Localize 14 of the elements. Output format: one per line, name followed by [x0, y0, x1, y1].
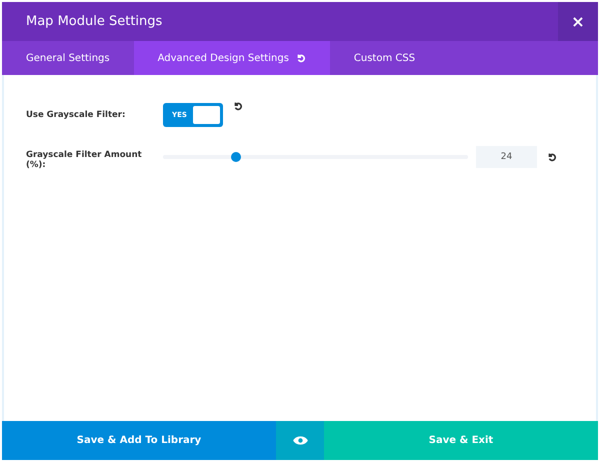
reset-icon[interactable] [547, 152, 557, 162]
tab[interactable]: General Settings [2, 41, 134, 75]
setting-label: Grayscale Filter Amount (%): [26, 150, 143, 170]
setting-label: Use Grayscale Filter: [26, 110, 126, 120]
eye-icon [292, 435, 308, 446]
save-to-library-button[interactable]: Save & Add To Library [2, 421, 276, 460]
close-button[interactable]: × [558, 2, 598, 41]
number-field[interactable]: 24 [476, 146, 537, 168]
window-title: Map Module Settings [25, 14, 162, 29]
reset-icon[interactable] [233, 101, 243, 111]
tab[interactable]: Advanced Design Settings [134, 41, 330, 75]
tab[interactable]: Custom CSS [330, 41, 440, 75]
preview-button[interactable] [276, 421, 324, 460]
slider-thumb[interactable] [231, 152, 242, 162]
